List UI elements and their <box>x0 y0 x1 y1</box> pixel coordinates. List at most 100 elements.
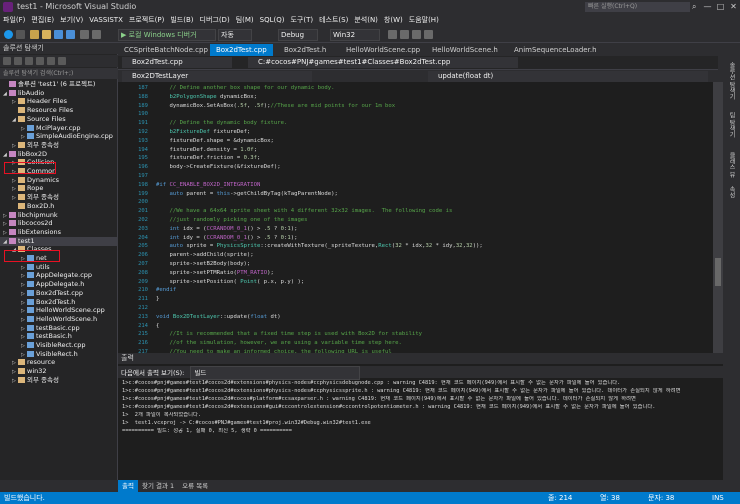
close-button[interactable]: ✕ <box>726 0 740 13</box>
code-line[interactable]: void Box2DTestLayer::update(float dt) <box>156 313 281 322</box>
code-line[interactable]: fixtureDef.friction = 0.3f; <box>156 154 260 163</box>
tree-item[interactable]: ▷ HelloWorldScene.cpp <box>0 306 118 315</box>
code-line[interactable]: b2FixtureDef fixtureDef; <box>156 128 250 137</box>
menu-build[interactable]: 빌드(B) <box>167 14 196 27</box>
tab-helloworldscene-cpp[interactable]: HelloWorldScene.cpp <box>340 44 426 56</box>
undo-icon[interactable] <box>80 30 89 39</box>
code-line[interactable]: //It is recommended that a fixed time st… <box>156 330 422 339</box>
bookmark-icon[interactable] <box>424 30 433 39</box>
tree-item[interactable]: ▷ testBasic.h <box>0 332 118 341</box>
tree-item[interactable]: ◢ test1 <box>0 236 118 246</box>
tab-team-explorer-side[interactable]: 팀 탐색기 <box>727 112 736 138</box>
menu-help[interactable]: 도움말(H) <box>406 14 442 27</box>
tree-item[interactable]: ▷ VisibleRect.h <box>0 350 118 359</box>
code-line[interactable]: auto sprite = PhysicsSprite::createWithT… <box>156 242 482 251</box>
tree-item[interactable]: ▷ MciPlayer.cpp <box>0 124 118 133</box>
menu-analyze[interactable]: 분석(N) <box>351 14 381 27</box>
tree-item[interactable]: ▷ utils <box>0 263 118 272</box>
tree-item[interactable]: ▷ AppDelegate.cpp <box>0 271 118 280</box>
code-line[interactable]: dynamicBox.SetAsBox(.5f, .5f);//These ar… <box>156 102 395 111</box>
tree-item[interactable]: ▷ 외부 종속성 <box>0 376 118 385</box>
code-line[interactable]: int idy = (CCRANDOM_0_1() > .5 ? 0:1); <box>156 234 297 243</box>
tab-class-view-side[interactable]: 클래스 뷰 <box>727 152 736 178</box>
menu-vassistx[interactable]: VASSISTX <box>86 14 126 27</box>
tree-item[interactable]: ▷ libcocos2d <box>0 219 118 228</box>
code-line[interactable]: body->CreateFixture(&fixtureDef); <box>156 163 280 172</box>
platform-dropdown[interactable]: Win32 <box>330 29 380 41</box>
file-dropdown[interactable]: Box2dTest.cpp <box>122 57 232 68</box>
tree-item[interactable]: ▷ libchipmunk <box>0 211 118 220</box>
code-line[interactable]: fixtureDef.shape = &dynamicBox; <box>156 137 273 146</box>
run-mode-dropdown[interactable]: 자동 <box>218 29 252 41</box>
tree-item[interactable]: ▷ testBasic.cpp <box>0 324 118 333</box>
configuration-dropdown[interactable]: Debug <box>278 29 318 41</box>
tree-item[interactable]: ◢ libAudio <box>0 89 118 98</box>
tree-item[interactable]: ▷ HelloWorldScene.h <box>0 315 118 324</box>
tree-item[interactable]: ▷ 외부 종속성 <box>0 193 118 202</box>
output-source-dropdown[interactable]: 빌드 <box>190 366 361 380</box>
uncomment-icon[interactable] <box>412 30 421 39</box>
redo-icon[interactable] <box>92 30 101 39</box>
code-line[interactable]: sprite->setPTMRatio(PTM_RATIO); <box>156 269 273 278</box>
code-line[interactable]: sprite->setB2Body(body); <box>156 260 250 269</box>
refresh-icon[interactable] <box>36 57 44 65</box>
tab-output[interactable]: 출력 <box>118 480 138 492</box>
save-icon[interactable] <box>54 30 63 39</box>
save-all-icon[interactable] <box>66 30 75 39</box>
editor-vertical-scrollbar[interactable] <box>713 82 723 365</box>
tree-item[interactable]: 솔루션 'test1' (6 프로젝트) <box>0 80 118 89</box>
menu-tools[interactable]: 도구(T) <box>287 14 316 27</box>
code-line[interactable]: //We have a 64x64 sprite sheet with 4 di… <box>156 207 452 216</box>
tab-solution-explorer-side[interactable]: 솔루션 탐색기 <box>727 62 736 100</box>
menu-team[interactable]: 팀(M) <box>233 14 257 27</box>
quick-launch-input[interactable]: 빠른 실행(Ctrl+Q) <box>585 2 690 12</box>
menu-debug[interactable]: 디버그(D) <box>197 14 233 27</box>
solution-explorer-search-input[interactable]: 솔루션 탐색기 검색(Ctrl+;) <box>0 68 118 79</box>
menu-project[interactable]: 프로젝트(P) <box>126 14 167 27</box>
tree-item[interactable]: ▷ resource <box>0 358 118 367</box>
menu-sql[interactable]: SQL(Q) <box>257 14 288 27</box>
tree-item[interactable]: Resource Files <box>0 106 118 115</box>
tree-item[interactable]: ▷ Box2dTest.cpp <box>0 289 118 298</box>
code-editor[interactable]: 187 188 189 190 191 192 193 194 195 196 197 198 199 2… <box>118 82 713 365</box>
tree-item[interactable]: ▷ AppDelegate.h <box>0 280 118 289</box>
tree-item[interactable]: ▷ SimpleAudioEngine.cpp <box>0 132 118 141</box>
home-icon[interactable] <box>14 57 22 65</box>
properties-icon[interactable] <box>58 57 66 65</box>
tree-item[interactable]: ▷ Dynamics <box>0 176 118 185</box>
menu-edit[interactable]: 편집(E) <box>28 14 57 27</box>
code-line[interactable]: fixtureDef.density = 1.0f; <box>156 146 257 155</box>
tree-item[interactable]: ▷ Header Files <box>0 97 118 106</box>
code-line[interactable]: int idx = (CCRANDOM_0_1() > .5 ? 0:1); <box>156 225 297 234</box>
back-icon[interactable] <box>3 57 11 65</box>
tree-item[interactable]: ▷ Rope <box>0 184 118 193</box>
tab-ccspritebatchnode-cpp[interactable]: CCSpriteBatchNode.cpp <box>118 44 214 56</box>
file-path-dropdown[interactable]: C:#cocos#PNJ#games#test1#Classes#Box2dTe… <box>248 57 518 68</box>
scope-dropdown[interactable]: Box2DTestLayer <box>122 71 312 82</box>
member-dropdown[interactable]: update(float dt) <box>428 71 708 82</box>
tree-item[interactable]: ◢ Source Files <box>0 115 118 124</box>
code-line[interactable]: b2PolygonShape dynamicBox; <box>156 93 257 102</box>
comment-icon[interactable] <box>400 30 409 39</box>
code-line[interactable]: // Define another box shape for our dyna… <box>156 84 334 93</box>
run-debugger-button[interactable]: ▶ 로컬 Windows 디버거 <box>118 29 216 41</box>
code-line[interactable]: //just randomly picking one of the image… <box>156 216 307 225</box>
tree-item[interactable]: ▷ Box2dTest.h <box>0 298 118 307</box>
back-icon[interactable] <box>4 30 13 39</box>
menu-view[interactable]: 보기(V) <box>57 14 86 27</box>
tab-error-list[interactable]: 오류 목록 <box>178 480 212 492</box>
code-line[interactable]: #endif <box>156 286 176 295</box>
collapse-all-icon[interactable] <box>47 57 55 65</box>
sync-icon[interactable] <box>25 57 33 65</box>
code-line[interactable]: //of the simulation, however, we are usi… <box>156 339 401 348</box>
find-icon[interactable] <box>388 30 397 39</box>
tab-animsequenceloader-h[interactable]: AnimSequenceLoader.h <box>508 44 603 56</box>
tree-item[interactable]: Box2D.h <box>0 202 118 211</box>
tree-item[interactable]: ▷ win32 <box>0 367 118 376</box>
menu-test[interactable]: 테스트(S) <box>316 14 351 27</box>
tab-helloworldscene-h[interactable]: HelloWorldScene.h <box>426 44 504 56</box>
code-line[interactable]: #if CC_ENABLE_BOX2D_INTEGRATION <box>156 181 260 190</box>
tree-item[interactable]: ▷ VisibleRect.cpp <box>0 341 118 350</box>
tab-box2dtest-h[interactable]: Box2dTest.h <box>278 44 332 56</box>
code-line[interactable]: sprite->setPosition( Point( p.x, p.y) ); <box>156 278 304 287</box>
